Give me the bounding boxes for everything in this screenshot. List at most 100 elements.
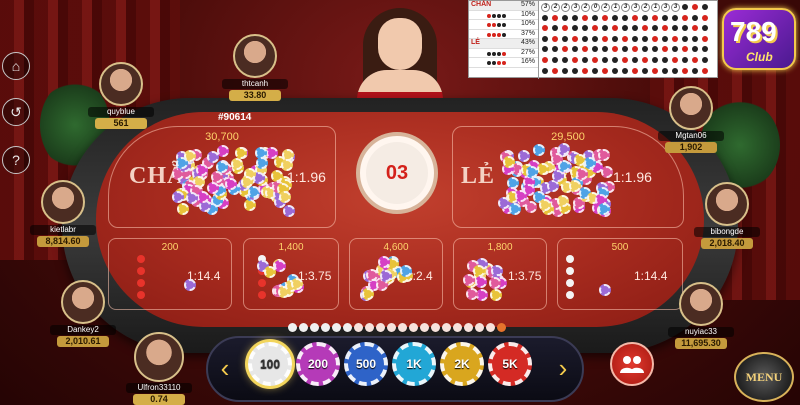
bet-chip	[536, 162, 549, 175]
history-cell	[622, 46, 628, 53]
history-cell	[602, 57, 608, 63]
history-cell	[542, 25, 548, 32]
bet-chip	[171, 191, 184, 204]
history-stat-pct: 16%	[520, 58, 535, 65]
history-stat-dots	[487, 60, 507, 67]
bet-area-2-red-2-white[interactable]: 4,600 1:2.4	[349, 238, 443, 310]
player-seat-thtcanh[interactable]: thtcanh 33.80	[220, 34, 290, 101]
progress-dot	[354, 323, 363, 332]
history-cell	[622, 35, 628, 42]
player-seat-mgtan06[interactable]: Mgtan06 1,902	[656, 86, 726, 153]
bet-area-1-red-3-white[interactable]: 1,800 1:3.75	[453, 238, 547, 310]
history-cell	[622, 25, 628, 32]
bet-chip	[575, 168, 588, 181]
chip-2k[interactable]: 2K	[440, 342, 484, 386]
history-cell	[562, 57, 568, 63]
even-bet-amount: 30,700	[205, 131, 239, 143]
bet-chip	[273, 259, 286, 272]
history-stat-pct: 37%	[520, 29, 535, 37]
history-button[interactable]: ↺	[2, 98, 30, 126]
bet-area-even[interactable]: 30,700 CHẴN 1:1.96	[108, 126, 336, 228]
chip-pile-3-red-1-white	[256, 255, 306, 301]
payout-4-white: 1:14.4	[634, 269, 668, 283]
bet-amount-1-red-3-white: 1,800	[487, 242, 513, 253]
player-balance: 2,018.40	[701, 238, 753, 249]
history-stat-pct: 43%	[520, 39, 535, 46]
avatar	[669, 86, 713, 130]
history-cell: 2	[601, 3, 610, 12]
bet-area-4-red[interactable]: 200 1:14.4	[108, 238, 232, 310]
player-seat-dankey2[interactable]: Dankey2 2,010.61	[48, 280, 118, 347]
game-scene: #90614 30,700 CHẴN 1:1.96 29,500 LẺ 1:1.…	[0, 0, 800, 405]
bet-area-4-white[interactable]: 500 1:14.4	[557, 238, 683, 310]
history-cell	[632, 57, 638, 63]
chip-pile-4-white	[598, 283, 612, 297]
chip-200[interactable]: 200	[296, 342, 340, 386]
chip-500[interactable]: 500	[344, 342, 388, 386]
player-seat-nuyiac33[interactable]: nuyiac33 11,695.30	[666, 282, 736, 349]
history-stat-row: LẺ 43%	[469, 39, 538, 49]
history-cell	[652, 46, 658, 53]
history-cell	[672, 67, 678, 74]
history-cell	[662, 57, 668, 63]
player-balance: 8,814.60	[37, 236, 89, 247]
bet-area-3-red-1-white[interactable]: 1,400 1:3.75	[243, 238, 339, 310]
history-cell	[562, 25, 568, 32]
history-cell	[632, 46, 638, 53]
odd-payout: 1:1.96	[613, 169, 652, 185]
player-name: Dankey2	[50, 325, 116, 335]
bet-chip	[474, 276, 487, 289]
history-cell	[702, 25, 708, 32]
help-button[interactable]: ?	[2, 146, 30, 174]
avatar	[705, 182, 749, 226]
chip-pile-odd	[497, 143, 615, 217]
bet-chip	[183, 279, 196, 292]
bet-chip	[207, 181, 220, 194]
players-list-button[interactable]	[610, 342, 654, 386]
chip-pile-4-red	[183, 279, 197, 293]
progress-dot	[497, 323, 506, 332]
history-cell	[692, 14, 698, 21]
bet-chip	[599, 284, 612, 297]
chip-1k[interactable]: 1K	[392, 342, 436, 386]
chip-5k[interactable]: 5K	[488, 342, 532, 386]
home-button[interactable]: ⌂	[2, 52, 30, 80]
history-stat-label: CHẴN	[471, 1, 492, 8]
bet-chip	[525, 200, 538, 213]
menu-button[interactable]: MENU	[734, 352, 794, 402]
history-cell	[572, 46, 578, 53]
player-seat-self[interactable]: Ulfron33110 0.74	[124, 332, 194, 405]
progress-dot	[332, 323, 341, 332]
avatar	[41, 180, 85, 224]
bet-amount-2-red-2-white: 4,600	[383, 242, 409, 253]
player-seat-kietlabr[interactable]: kietlabr 8,814.60	[28, 180, 98, 247]
player-name: quyblue	[88, 107, 154, 117]
bet-chip	[186, 191, 199, 204]
player-seat-bibongde[interactable]: bibongde 2,018.40	[692, 182, 762, 249]
chip-scroll-left-button[interactable]: ‹	[214, 348, 236, 388]
chip-100[interactable]: 100	[248, 342, 292, 386]
progress-dot	[398, 323, 407, 332]
player-seat-quyblue[interactable]: quyblue 561	[86, 62, 156, 129]
home-icon: ⌂	[11, 58, 21, 74]
history-cell: 1	[611, 3, 620, 12]
bet-chip	[278, 191, 291, 203]
history-cell	[612, 35, 618, 42]
history-cell	[662, 25, 668, 32]
bet-chip	[532, 143, 545, 156]
player-name: kietlabr	[30, 225, 96, 235]
bet-amount-4-white: 500	[611, 242, 629, 253]
history-cell: 3	[621, 3, 630, 12]
history-stat-row: CHẴN 57%	[469, 1, 538, 11]
bet-area-odd[interactable]: 29,500 LẺ 1:1.96	[452, 126, 684, 228]
history-cell	[602, 67, 608, 74]
history-cell	[552, 35, 558, 42]
progress-dot	[387, 323, 396, 332]
player-name: nuyiac33	[668, 327, 734, 337]
history-cell	[612, 46, 618, 53]
chip-scroll-right-button[interactable]: ›	[552, 348, 574, 388]
table-id: #90614	[218, 112, 252, 123]
odd-label: LẺ	[461, 163, 496, 189]
result-history-board[interactable]: CHẴN 57% 10% 10% 37% LẺ 43% 27% 16% 322320213321…	[468, 0, 718, 79]
history-cell	[692, 67, 698, 74]
